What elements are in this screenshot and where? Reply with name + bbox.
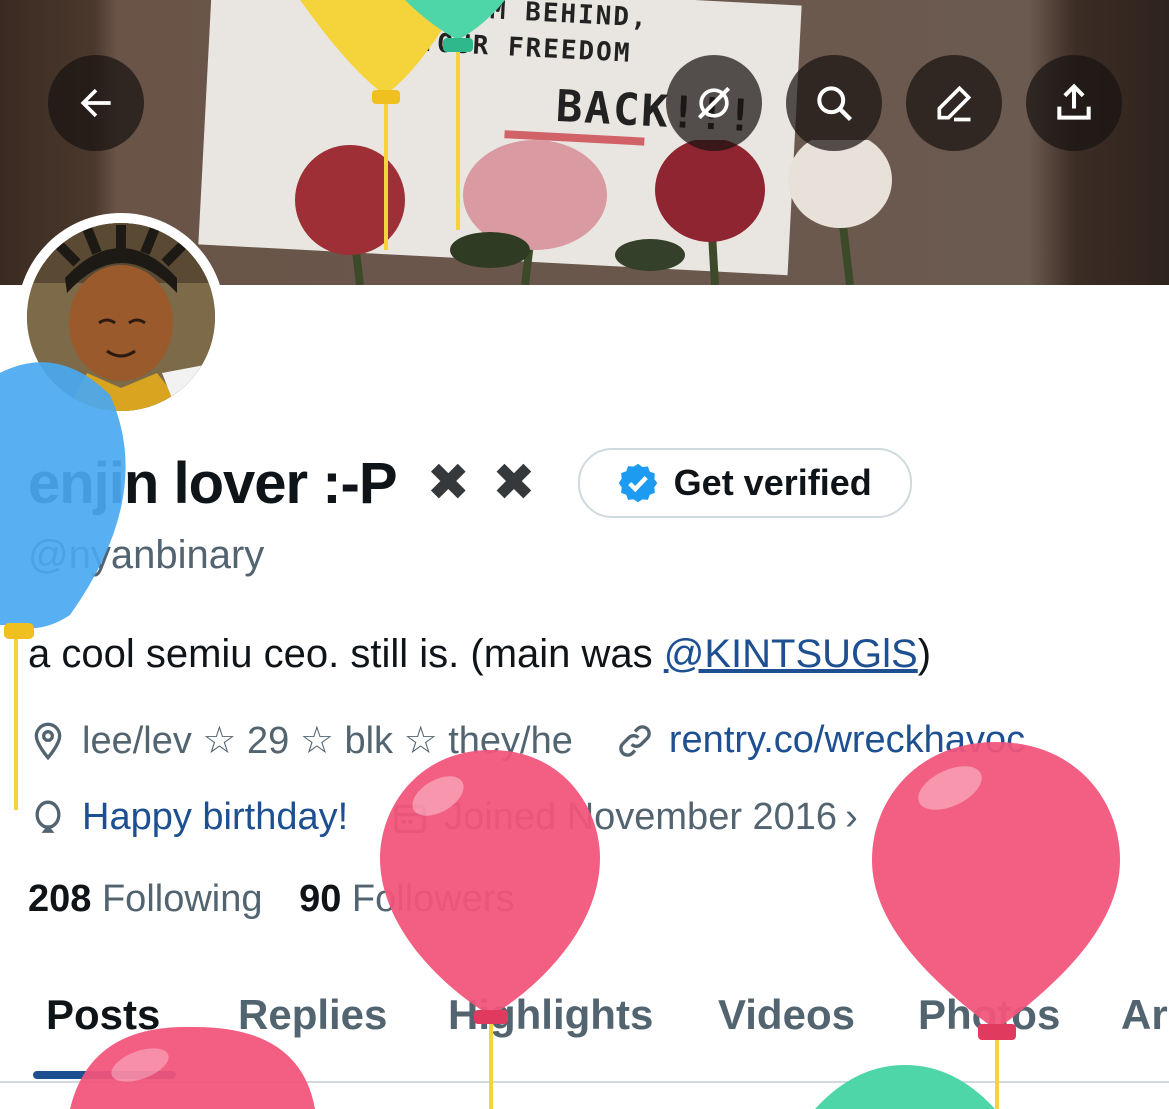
- tab-highlights[interactable]: Highlights: [448, 991, 653, 1039]
- display-name: enjin lover :-P: [28, 450, 398, 516]
- back-button[interactable]: [48, 55, 144, 151]
- search-button[interactable]: [786, 55, 882, 151]
- balloon-icon: [35, 800, 61, 833]
- birthday-link[interactable]: Happy birthday!: [82, 796, 348, 839]
- bio-text-end: ): [917, 632, 932, 676]
- tab-photos[interactable]: Photos: [918, 991, 1060, 1039]
- bio-mention-link[interactable]: @KINTSUGlS: [664, 632, 918, 676]
- user-handle: @nyanbinary: [28, 533, 265, 577]
- link-icon: [619, 724, 651, 757]
- following-label: Following: [101, 878, 263, 920]
- name-row: enjin lover :-P ✖ ✖ Get verified: [28, 448, 912, 518]
- tab-replies[interactable]: Replies: [238, 991, 387, 1039]
- bio: a cool semiu ceo. still is. (main was @K…: [28, 632, 931, 677]
- meta-row-dates: Happy birthday! Joined November 2016 ›: [28, 796, 858, 839]
- get-verified-button[interactable]: Get verified: [577, 448, 912, 518]
- edit-button[interactable]: [906, 55, 1002, 151]
- edit-pen-icon: [937, 85, 972, 122]
- profile-avatar[interactable]: [17, 213, 225, 421]
- search-icon: [817, 86, 853, 122]
- bio-text: a cool semiu ceo. still is. (main was: [28, 632, 664, 676]
- meta-row-location: lee/lev ☆ 29 ☆ blk ☆ they/he rentry.co/w…: [28, 718, 1025, 763]
- location-text: lee/lev ☆ 29 ☆ blk ☆ they/he: [82, 720, 573, 762]
- name-mark-2: ✖: [492, 454, 536, 512]
- active-tab-indicator: [33, 1071, 176, 1079]
- follow-stats: 208 Following 90 Followers: [28, 878, 515, 921]
- banner-balloons: [300, 0, 505, 250]
- grok-button[interactable]: [666, 55, 762, 151]
- calendar-icon: [394, 804, 426, 833]
- followers-label: Followers: [351, 878, 515, 920]
- share-button[interactable]: [1026, 55, 1122, 151]
- share-icon: [1057, 83, 1091, 120]
- tab-videos[interactable]: Videos: [718, 991, 855, 1039]
- following-stat[interactable]: 208 Following: [28, 878, 263, 920]
- name-mark-1: ✖: [426, 454, 471, 512]
- tab-articles[interactable]: Ar: [1121, 991, 1168, 1039]
- get-verified-label: Get verified: [673, 462, 872, 503]
- chevron-right-icon[interactable]: ›: [845, 796, 858, 839]
- location-pin-icon: [34, 722, 62, 760]
- avatar-image: [27, 223, 215, 411]
- followers-stat[interactable]: 90 Followers: [299, 878, 514, 920]
- grok-slash-icon: [697, 86, 731, 120]
- tab-posts[interactable]: Posts: [46, 991, 160, 1039]
- followers-count: 90: [299, 878, 342, 920]
- profile-tabs: Posts Replies Highlights Videos Photos A…: [0, 985, 1169, 1083]
- verified-badge-icon: [618, 463, 657, 503]
- back-arrow-icon: [80, 88, 111, 118]
- website-link[interactable]: rentry.co/wreckhavoc: [669, 719, 1025, 762]
- following-count: 208: [28, 878, 92, 920]
- joined-date: Joined November 2016: [444, 796, 838, 838]
